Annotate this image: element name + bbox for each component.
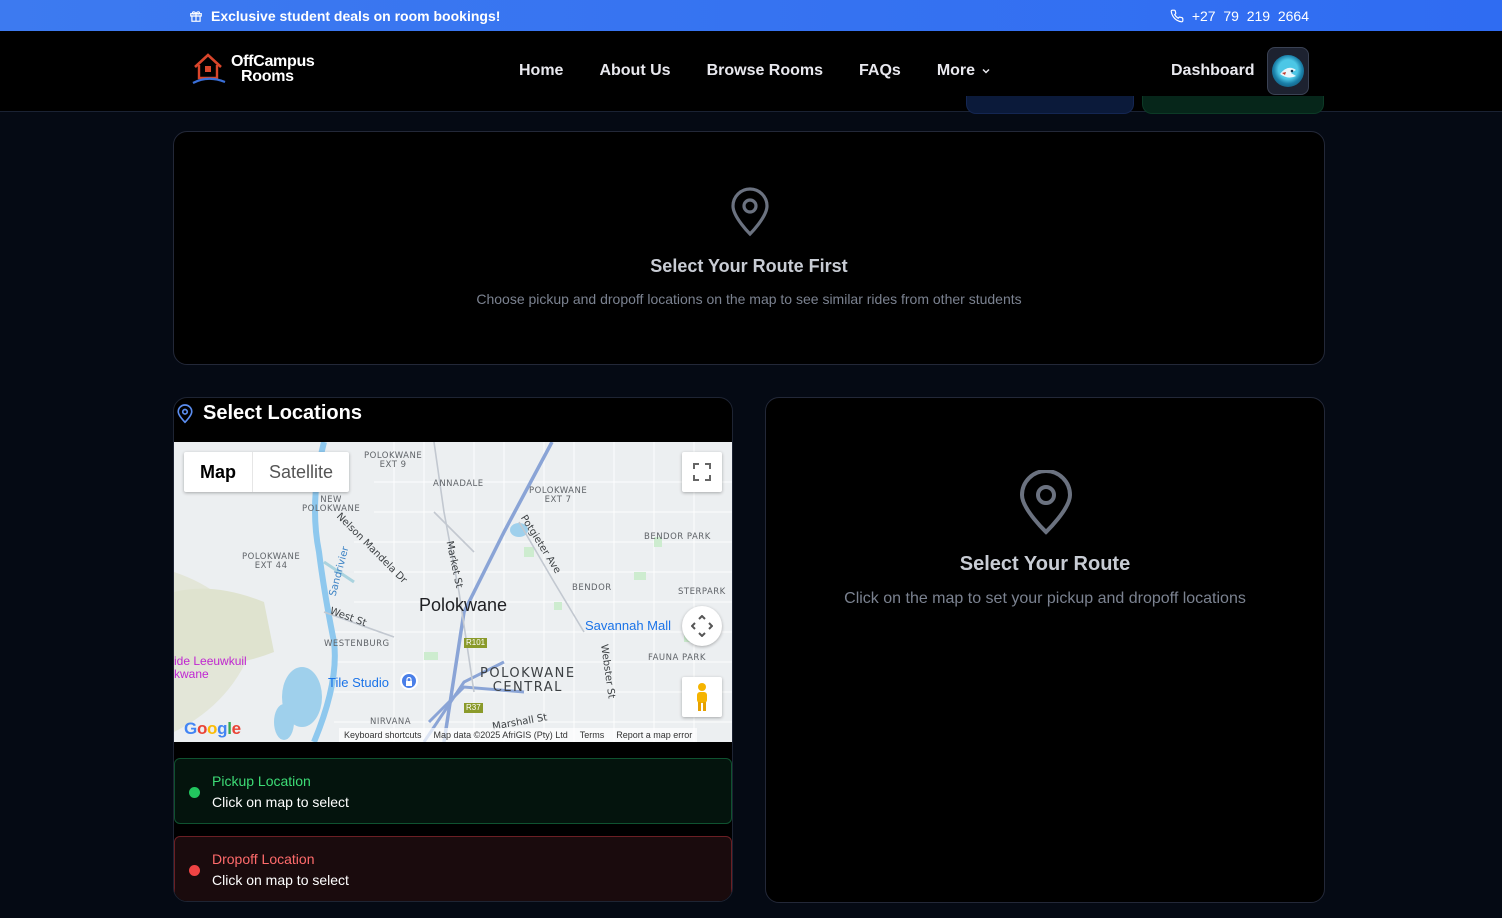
phone-icon <box>1170 9 1184 22</box>
avatar-shark-icon <box>1280 67 1296 78</box>
map-type-satellite-button[interactable]: Satellite <box>253 452 349 492</box>
similar-rides-description: Choose pickup and dropoff locations on t… <box>476 291 1022 307</box>
route-panel: Select Your Route Click on the map to se… <box>765 397 1325 903</box>
pickup-location-card[interactable]: Pickup Location Click on map to select <box>174 758 732 824</box>
select-locations-title: Select Locations <box>203 402 362 424</box>
select-locations-panel: Select Locations POLOKWANE EXT 9 ANNADAL… <box>173 397 733 902</box>
select-locations-header: Select Locations <box>176 402 362 425</box>
pegman-icon <box>697 683 707 711</box>
pickup-label: Pickup Location <box>212 773 311 789</box>
nav-about-us[interactable]: About Us <box>599 62 670 80</box>
hidden-button-partial <box>966 96 1134 114</box>
hidden-button-partial <box>1142 96 1324 114</box>
map-label-nirvana: NIRVANA <box>370 717 412 727</box>
dropoff-dot-icon <box>189 865 200 876</box>
pickup-value: Click on map to select <box>212 794 349 810</box>
nav-browse-rooms[interactable]: Browse Rooms <box>707 62 823 80</box>
nav-links: Home About Us Browse Rooms FAQs More <box>519 31 991 111</box>
map-data-text: Map data ©2025 AfriGIS (Pty) Ltd <box>433 730 568 740</box>
map-attribution: Keyboard shortcuts Map data ©2025 AfriGI… <box>339 728 698 742</box>
report-error-link[interactable]: Report a map error <box>616 730 692 740</box>
promo-phone[interactable]: +27 79 219 2664 <box>1170 0 1309 31</box>
route-description: Click on the map to set your pickup and … <box>844 590 1246 607</box>
logo-line1: OffCampus <box>231 53 315 70</box>
map-label-sterpark: STERPARK <box>678 587 726 597</box>
route-title: Select Your Route <box>959 553 1131 575</box>
map-label-fauna-park: FAUNA PARK <box>648 653 706 663</box>
map-shield-r101: R101 <box>464 638 488 648</box>
nav-home[interactable]: Home <box>519 62 563 80</box>
street-view-pegman[interactable] <box>682 677 722 717</box>
map-label-bendor: BENDOR <box>572 583 612 593</box>
gift-icon <box>190 10 202 22</box>
logo-line2: Rooms <box>241 68 294 85</box>
keyboard-shortcuts-link[interactable]: Keyboard shortcuts <box>344 730 422 740</box>
chevron-down-icon <box>982 68 990 74</box>
map-type-map-button[interactable]: Map <box>184 452 253 492</box>
promo-message: Exclusive student deals on room bookings… <box>189 0 500 31</box>
house-logo-icon <box>192 53 226 84</box>
map-poi-savannah-mall[interactable]: Savannah Mall <box>585 619 671 633</box>
map-shield-r37: R37 <box>464 703 483 713</box>
terms-link[interactable]: Terms <box>580 730 605 740</box>
map-pin-icon <box>1019 470 1073 535</box>
pickup-dot-icon <box>189 787 200 798</box>
map-label-polokwane-central: POLOKWANE CENTRAL <box>480 666 576 695</box>
phone-number: +27 79 219 2664 <box>1191 7 1309 24</box>
map-pin-icon <box>177 403 193 423</box>
camera-control-button[interactable] <box>682 606 722 646</box>
avatar-image <box>1272 55 1304 87</box>
map-poi-tile-studio[interactable]: Tile Studio <box>328 676 389 690</box>
map-canvas[interactable]: POLOKWANE EXT 9 ANNADALE POLOKWANE EXT 7… <box>174 442 732 742</box>
similar-rides-title: Select Your Route First <box>650 256 848 276</box>
nav-more-dropdown[interactable]: More <box>937 62 991 80</box>
lock-poi-icon[interactable] <box>400 672 418 690</box>
nav-faqs[interactable]: FAQs <box>859 62 901 80</box>
dropoff-location-card[interactable]: Dropoff Location Click on map to select <box>174 836 732 901</box>
avatar[interactable] <box>1267 47 1309 95</box>
map-label-annadale: ANNADALE <box>433 479 484 489</box>
map-label-polokwane-ext9: POLOKWANE EXT 9 <box>364 451 423 470</box>
map-type-control: Map Satellite <box>184 452 350 492</box>
fullscreen-icon <box>693 463 711 481</box>
dropoff-label: Dropoff Location <box>212 851 315 867</box>
map-label-polokwane-ext44: POLOKWANE EXT 44 <box>242 552 301 571</box>
nav-more-label: More <box>936 62 976 79</box>
map-label-city: Polokwane <box>419 595 508 615</box>
map-poi-leeuwkuil[interactable]: ide Leeuwkuil kwane <box>174 655 247 681</box>
similar-rides-card: Select Your Route First Choose pickup an… <box>173 131 1325 365</box>
map-label-bendor-park: BENDOR PARK <box>644 532 711 542</box>
map-label-westenburg: WESTENBURG <box>324 639 390 649</box>
promo-text: Exclusive student deals on room bookings… <box>211 7 501 24</box>
map-pin-icon <box>731 187 769 237</box>
map-label-new-polokwane: NEW POLOKWANE <box>302 495 361 514</box>
promo-bar: Exclusive student deals on room bookings… <box>0 0 1502 31</box>
dropoff-value: Click on map to select <box>212 872 349 888</box>
logo[interactable]: OffCampus Rooms <box>191 51 315 87</box>
map-label-polokwane-ext7: POLOKWANE EXT 7 <box>529 486 588 505</box>
google-logo: Google <box>184 719 241 738</box>
move-arrows-icon <box>691 615 713 637</box>
fullscreen-button[interactable] <box>682 452 722 492</box>
lock-icon <box>406 676 412 686</box>
